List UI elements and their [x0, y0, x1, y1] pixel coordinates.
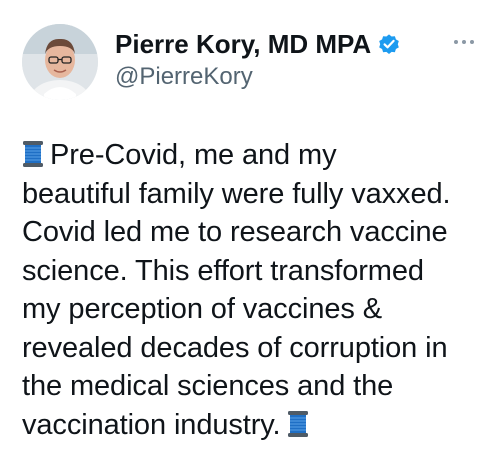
tweet-card: Pierre Kory, MD MPA @PierreKory Pre-Covi…: [0, 0, 500, 463]
tweet-text-line: beautiful family were fully vaxxed.: [22, 177, 451, 210]
more-options-button[interactable]: [446, 30, 482, 54]
thread-spool-icon: [22, 140, 44, 168]
tweet-text-line: Pre-Covid, me and my: [22, 136, 492, 175]
display-name-text: Pierre Kory, MD MPA: [115, 29, 372, 59]
tweet-text-line: revealed decades of corruption in: [22, 331, 448, 364]
person-avatar-icon: [22, 24, 98, 100]
author-display-name[interactable]: Pierre Kory, MD MPA: [115, 28, 401, 60]
ellipsis-icon: [454, 40, 458, 44]
tweet-text-line: science. This effort transformed: [22, 254, 424, 287]
tweet-text: Pre-Covid, me and my beautiful family we…: [22, 136, 492, 444]
verified-badge-icon: [377, 32, 401, 56]
tweet-text-line: the medical sciences and the: [22, 370, 394, 402]
author-handle[interactable]: @PierreKory: [115, 62, 253, 92]
thread-spool-icon: [287, 410, 309, 438]
tweet-text-line: vaccination industry.: [22, 406, 492, 445]
tweet-text-line: Covid led me to research vaccine: [22, 216, 448, 248]
tweet-text-line: my perception of vaccines &: [22, 293, 382, 325]
author-avatar[interactable]: [22, 24, 98, 100]
